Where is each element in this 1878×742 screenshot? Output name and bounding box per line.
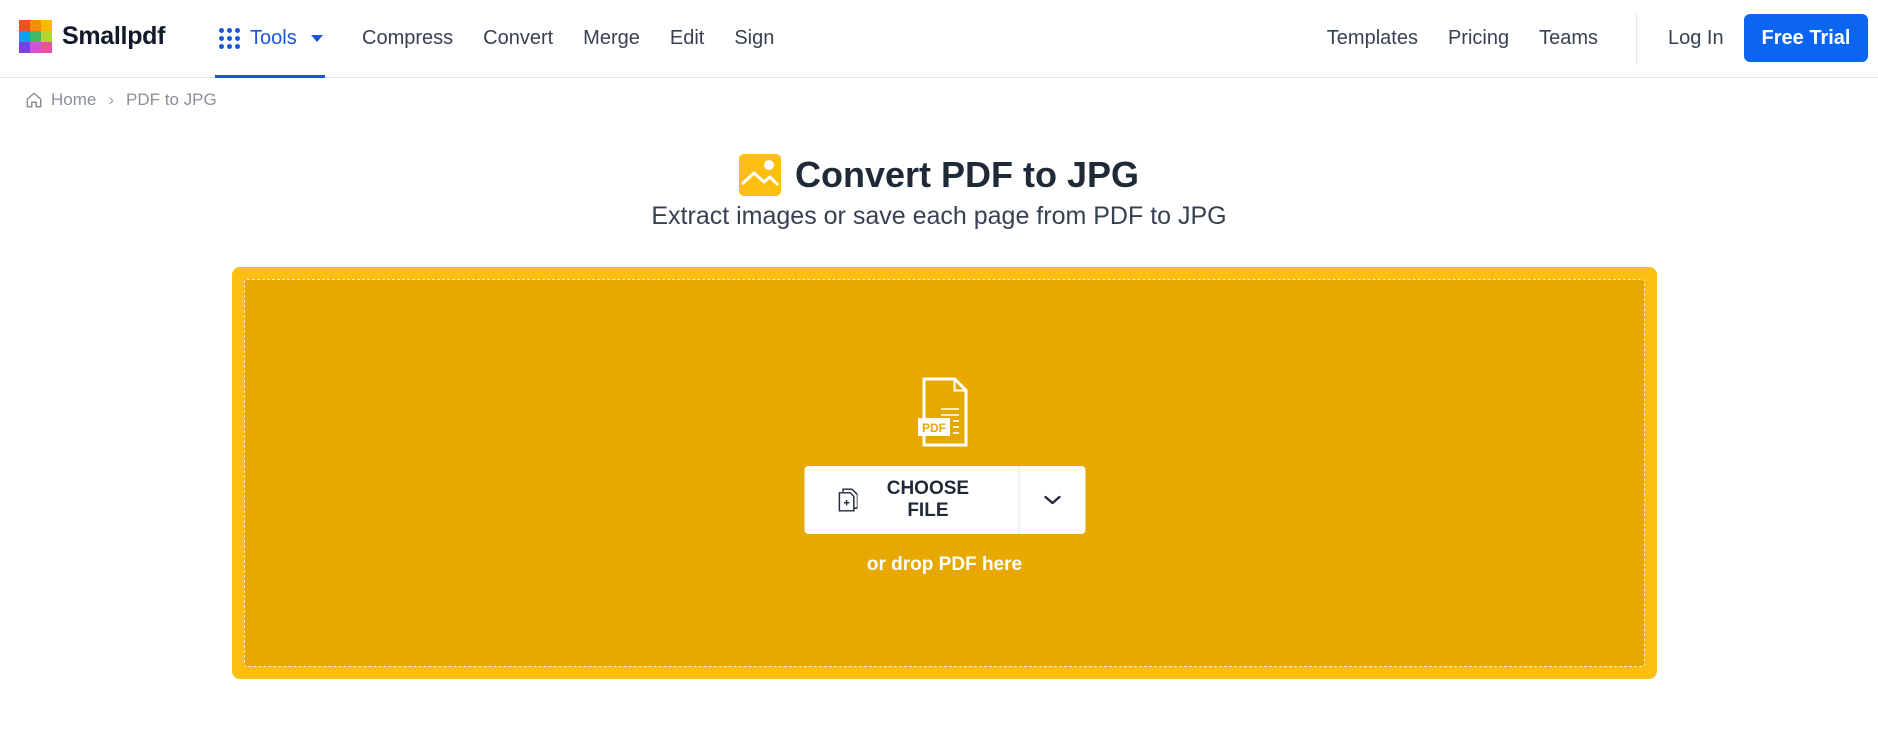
tools-menu-button[interactable]: Tools <box>215 0 325 78</box>
image-icon <box>738 154 781 196</box>
primary-nav: Compress Convert Merge Edit Sign <box>362 0 774 77</box>
tools-label: Tools <box>250 27 297 49</box>
brand-name: Smallpdf <box>62 22 166 50</box>
free-trial-button[interactable]: Free Trial <box>1744 14 1868 62</box>
grid-icon <box>219 28 240 49</box>
nav-divider <box>1636 12 1637 65</box>
pdf-file-icon: PDF <box>917 377 967 447</box>
nav-convert[interactable]: Convert <box>483 27 553 50</box>
file-dropzone[interactable]: PDF CHOOSE FILE or drop PDF here <box>232 267 1657 679</box>
login-link[interactable]: Log In <box>1668 0 1724 77</box>
nav-merge[interactable]: Merge <box>583 27 640 50</box>
nav-compress[interactable]: Compress <box>362 27 453 50</box>
home-icon <box>26 92 42 108</box>
choose-file-button[interactable]: CHOOSE FILE <box>804 466 1018 534</box>
nav-pricing[interactable]: Pricing <box>1448 27 1509 50</box>
choose-file-label: CHOOSE FILE <box>886 478 970 521</box>
dropzone-dashed-area[interactable]: PDF CHOOSE FILE or drop PDF here <box>244 279 1645 667</box>
smallpdf-logo[interactable]: Smallpdf <box>19 20 165 53</box>
file-source-dropdown[interactable] <box>1019 466 1085 534</box>
breadcrumb-home[interactable]: Home <box>51 90 96 110</box>
chevron-down-icon <box>1043 495 1061 505</box>
page-title: Convert PDF to JPG <box>794 154 1140 195</box>
breadcrumb-current: PDF to JPG <box>126 90 217 109</box>
page-subtitle: Extract images or save each page from PD… <box>651 202 1227 230</box>
add-file-icon <box>838 488 858 512</box>
drop-hint-text: or drop PDF here <box>866 554 1023 575</box>
nav-edit[interactable]: Edit <box>670 27 704 50</box>
smallpdf-logo-icon <box>19 20 52 53</box>
caret-down-icon <box>310 35 323 42</box>
nav-templates[interactable]: Templates <box>1327 27 1418 50</box>
breadcrumb-separator: › <box>108 90 115 109</box>
pdf-badge-text: PDF <box>922 421 946 435</box>
breadcrumb: Home › PDF to JPG <box>25 90 217 110</box>
nav-teams[interactable]: Teams <box>1539 27 1598 50</box>
top-navigation: Smallpdf Tools Compress Convert Merge Ed… <box>0 0 1878 78</box>
choose-file-group: CHOOSE FILE <box>804 466 1085 534</box>
hero-title-row: Convert PDF to JPG <box>0 154 1878 196</box>
nav-sign[interactable]: Sign <box>734 27 774 50</box>
secondary-nav: Templates Pricing Teams <box>1327 0 1598 77</box>
